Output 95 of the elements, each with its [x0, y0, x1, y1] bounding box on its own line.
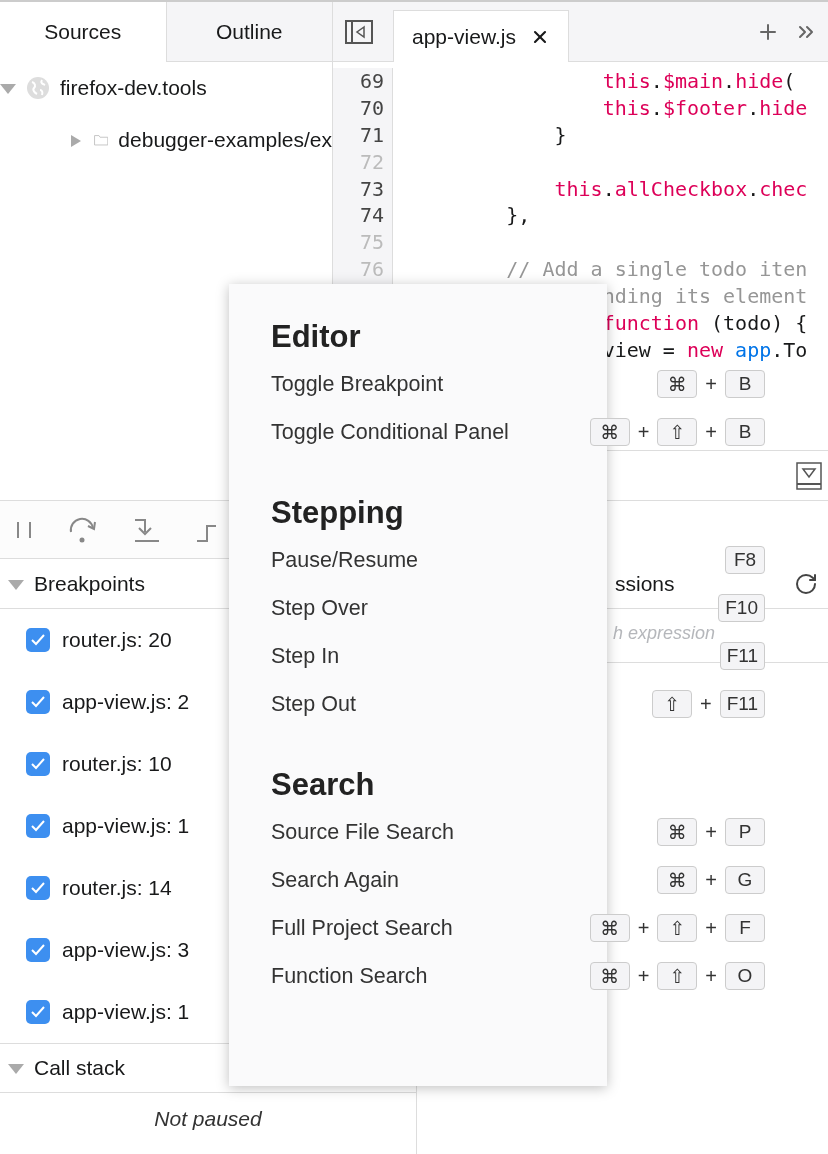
key-cap: F11	[719, 690, 765, 718]
checkbox[interactable]	[26, 628, 50, 652]
collapse-panel-icon[interactable]	[796, 461, 822, 490]
section-heading: Stepping	[271, 494, 405, 532]
shortcut-label: Pause/Resume	[271, 547, 418, 573]
breakpoint-label: router.js: 10	[62, 752, 172, 776]
shortcut-label: Step Out	[271, 691, 356, 717]
plus-sign: +	[705, 964, 717, 988]
plus-sign: +	[705, 420, 717, 444]
shortcut-label: Step Over	[271, 595, 368, 621]
shortcut-label: Toggle Conditional Panel	[271, 419, 509, 445]
line-number: 72	[333, 148, 393, 176]
disclosure-triangle-icon[interactable]	[8, 1063, 24, 1075]
checkbox[interactable]	[26, 876, 50, 900]
shortcut-label: Function Search	[271, 963, 428, 989]
tree-item[interactable]: firefox-dev.tools	[60, 76, 207, 100]
checkbox[interactable]	[26, 814, 50, 838]
checkmark-icon	[30, 1005, 46, 1019]
section-title[interactable]: Breakpoints	[34, 571, 145, 596]
breakpoint-label: app-view.js: 1	[62, 814, 190, 838]
plus-sign: +	[705, 916, 717, 940]
plus-sign: +	[637, 916, 650, 940]
shortcut-label: Source File Search	[271, 819, 454, 845]
checkmark-icon	[30, 943, 46, 957]
key-cap: ⌘	[589, 418, 630, 446]
checkbox[interactable]	[26, 690, 50, 714]
checkmark-icon	[30, 881, 46, 895]
line-number: 71	[333, 121, 393, 149]
checkmark-icon	[30, 757, 46, 771]
checkmark-icon	[30, 695, 46, 709]
key-cap: ⇧	[657, 962, 698, 990]
tree-item[interactable]: debugger-examples/ex	[118, 128, 332, 152]
section-heading: Editor	[271, 318, 362, 356]
plus-sign: +	[637, 420, 650, 444]
key-cap: ⌘	[657, 818, 698, 846]
empty-message: Not paused	[153, 1106, 263, 1131]
key-cap: F	[725, 914, 765, 942]
code-line: }	[554, 121, 567, 149]
checkbox[interactable]	[26, 1000, 50, 1024]
section-heading: Search	[271, 766, 376, 804]
refresh-icon[interactable]	[794, 571, 818, 596]
line-number: 73	[333, 175, 393, 203]
line-number: 70	[333, 94, 393, 122]
plus-sign: +	[699, 692, 712, 716]
key-cap: ⌘	[589, 914, 630, 942]
breakpoint-label: app-view.js: 1	[62, 1000, 190, 1024]
checkmark-icon	[30, 633, 46, 647]
breakpoint-label: router.js: 20	[62, 628, 172, 652]
breakpoint-label: app-view.js: 2	[62, 690, 190, 714]
key-cap: ⌘	[589, 962, 630, 990]
file-tab[interactable]: app-view.js	[393, 10, 569, 62]
line-number: 76	[333, 256, 393, 284]
section-title[interactable]: ssions	[615, 571, 675, 596]
key-cap: B	[725, 418, 765, 446]
checkmark-icon	[30, 819, 46, 833]
key-cap: ⌘	[657, 370, 698, 398]
step-over-icon[interactable]	[68, 515, 98, 544]
breakpoint-label: app-view.js: 3	[62, 938, 190, 962]
shortcut-label: Full Project Search	[271, 915, 453, 941]
key-cap: F8	[725, 546, 765, 574]
plus-sign: +	[637, 964, 650, 988]
key-cap: ⇧	[657, 418, 698, 446]
code-line: this.allCheckbox.chec	[554, 175, 808, 203]
breakpoint-label: router.js: 14	[62, 876, 172, 900]
key-cap: F11	[719, 642, 765, 670]
line-number: 69	[333, 68, 393, 95]
checkbox[interactable]	[26, 938, 50, 962]
section-title[interactable]: Call stack	[34, 1056, 126, 1080]
plus-sign: +	[705, 868, 717, 892]
key-cap: G	[725, 866, 765, 894]
key-cap: ⇧	[651, 690, 692, 718]
panel-tab[interactable]: Outline	[165, 2, 332, 62]
expanded-triangle-icon[interactable]	[0, 83, 16, 95]
shortcut-label: Step In	[271, 643, 340, 669]
key-cap: ⇧	[657, 914, 698, 942]
code-line: // Add a single todo iten	[506, 256, 808, 284]
code-line: this.$footer.hide	[602, 94, 808, 122]
key-cap: ⌘	[657, 866, 698, 894]
line-number: 74	[333, 202, 393, 230]
code-line: function (todo) {	[602, 310, 808, 337]
disclosure-triangle-icon[interactable]	[8, 578, 24, 591]
line-number: 75	[333, 229, 393, 257]
globe-icon	[26, 76, 50, 100]
plus-sign: +	[705, 372, 717, 396]
shortcut-label: Search Again	[271, 867, 399, 893]
plus-sign: +	[705, 820, 717, 844]
key-cap: P	[725, 818, 765, 846]
key-cap: O	[725, 962, 765, 990]
key-cap: B	[725, 370, 765, 398]
checkbox[interactable]	[26, 752, 50, 776]
key-cap: F10	[718, 594, 765, 622]
code-line: this.$main.hide(	[602, 68, 796, 95]
shortcut-label: Toggle Breakpoint	[271, 371, 444, 397]
code-line: },	[506, 202, 531, 230]
sidebar-toggle-icon[interactable]	[345, 20, 373, 44]
